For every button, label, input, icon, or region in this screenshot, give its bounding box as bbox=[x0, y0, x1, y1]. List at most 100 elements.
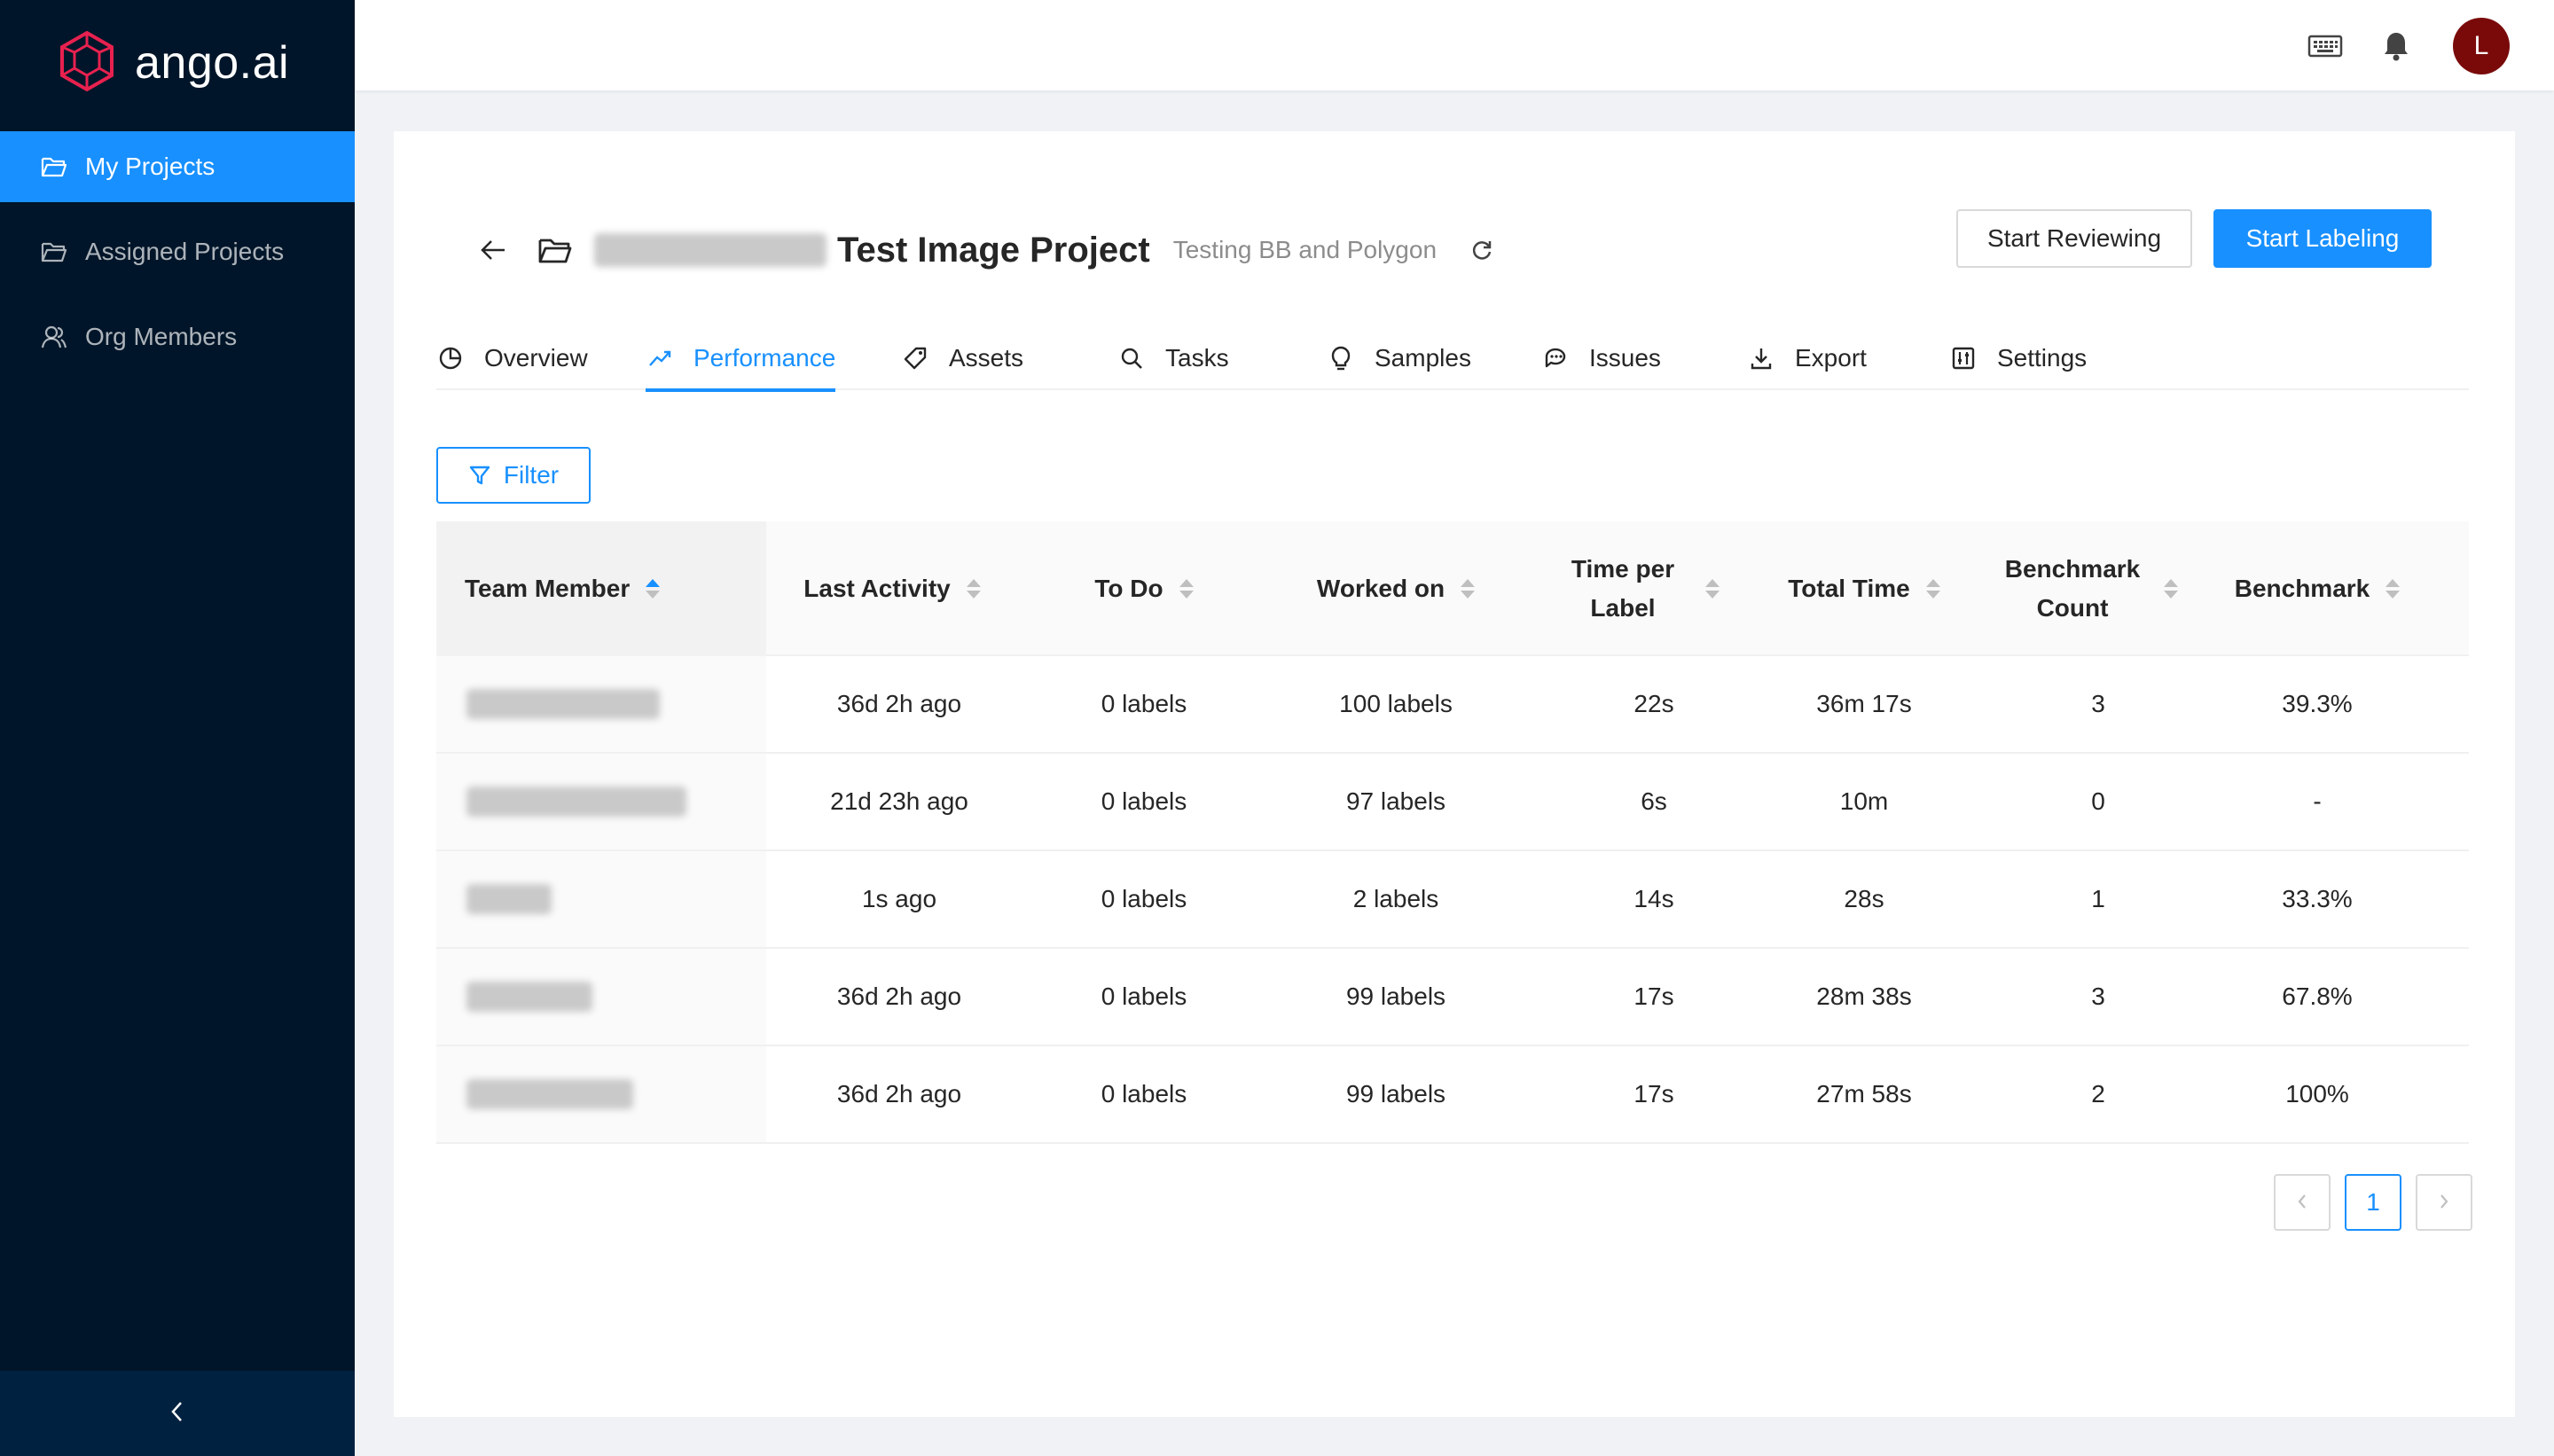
tab-overview[interactable]: Overview bbox=[436, 326, 588, 390]
tab-settings[interactable]: Settings bbox=[1949, 326, 2087, 390]
start-labeling-button[interactable]: Start Labeling bbox=[2213, 209, 2432, 268]
tab-export[interactable]: Export bbox=[1747, 326, 1867, 390]
worked-on-cell: 100 labels bbox=[1339, 690, 1453, 717]
table-row[interactable]: 36d 2h ago 0 labels 99 labels 17s 27m 58… bbox=[436, 1046, 2469, 1144]
column-last-activity[interactable]: Last Activity bbox=[766, 521, 1018, 656]
sidebar-item-assigned-projects[interactable]: Assigned Projects bbox=[0, 216, 355, 287]
chevron-left-icon bbox=[2296, 1188, 2308, 1217]
logo[interactable]: ango.ai bbox=[55, 30, 289, 94]
column-benchmark[interactable]: Benchmark bbox=[2201, 521, 2433, 656]
keyboard-icon[interactable] bbox=[2306, 27, 2345, 66]
tab-tasks[interactable]: Tasks bbox=[1117, 326, 1229, 390]
filter-label: Filter bbox=[503, 461, 560, 489]
sort-icon bbox=[2164, 579, 2178, 599]
member-name-redacted bbox=[466, 884, 552, 914]
content-card: Test Image Project Testing BB and Polygo… bbox=[394, 131, 2515, 1417]
benchmark-cell: 100% bbox=[2285, 1080, 2349, 1108]
sort-icon bbox=[1461, 579, 1476, 599]
benchmark-cell: 39.3% bbox=[2282, 690, 2353, 717]
tab-issues[interactable]: Issues bbox=[1541, 326, 1661, 390]
total-time-cell: 36m 17s bbox=[1816, 690, 1912, 717]
team-member-cell bbox=[436, 949, 766, 1045]
tab-label: Settings bbox=[1997, 344, 2088, 372]
last-activity-cell: 36d 2h ago bbox=[836, 982, 962, 1010]
sort-icon bbox=[2386, 579, 2401, 599]
sidebar-item-my-projects[interactable]: My Projects bbox=[0, 131, 355, 202]
tab-assets[interactable]: Assets bbox=[901, 326, 1023, 390]
worked-on-cell: 2 labels bbox=[1352, 885, 1439, 912]
start-reviewing-button[interactable]: Start Reviewing bbox=[1956, 209, 2192, 268]
sort-icon bbox=[1925, 579, 1940, 599]
time-per-label-cell: 22s bbox=[1633, 690, 1674, 717]
download-icon bbox=[1747, 344, 1775, 372]
last-activity-cell: 21d 23h ago bbox=[830, 787, 968, 815]
page-title: Test Image Project bbox=[837, 230, 1150, 270]
member-name-redacted bbox=[466, 1079, 633, 1109]
team-member-cell bbox=[436, 754, 766, 849]
worked-on-cell: 99 labels bbox=[1345, 982, 1446, 1010]
sidebar-item-org-members[interactable]: Org Members bbox=[0, 301, 355, 372]
sidebar-item-label: My Projects bbox=[85, 153, 215, 180]
table-row[interactable]: 21d 23h ago 0 labels 97 labels 6s 10m 0 … bbox=[436, 754, 2469, 851]
member-name-redacted bbox=[466, 787, 686, 817]
tab-label: Export bbox=[1795, 344, 1867, 372]
team-member-cell bbox=[436, 656, 766, 752]
last-activity-cell: 36d 2h ago bbox=[836, 1080, 962, 1108]
pagination-next-button[interactable] bbox=[2416, 1174, 2472, 1231]
column-to-do[interactable]: To Do bbox=[1018, 521, 1270, 656]
benchmark-cell: 33.3% bbox=[2282, 885, 2353, 912]
reload-icon[interactable] bbox=[1467, 235, 1497, 265]
page-subtitle: Testing BB and Polygon bbox=[1172, 236, 1438, 263]
tag-icon bbox=[901, 344, 929, 372]
sidebar-collapse-button[interactable] bbox=[0, 1371, 355, 1456]
search-icon bbox=[1117, 344, 1146, 372]
tab-samples[interactable]: Samples bbox=[1327, 326, 1471, 390]
chevron-left-icon bbox=[168, 1400, 186, 1428]
todo-cell: 0 labels bbox=[1101, 690, 1187, 717]
column-team-member[interactable]: Team Member bbox=[436, 521, 766, 656]
total-time-cell: 28s bbox=[1844, 885, 1884, 912]
worked-on-cell: 97 labels bbox=[1345, 787, 1446, 815]
bell-icon[interactable] bbox=[2377, 27, 2416, 66]
arrow-left-icon[interactable] bbox=[475, 232, 511, 268]
folder-open-icon bbox=[536, 231, 575, 270]
time-per-label-cell: 6s bbox=[1641, 787, 1667, 815]
logo-icon bbox=[55, 29, 119, 98]
sort-icon bbox=[646, 579, 661, 599]
worked-on-cell: 99 labels bbox=[1345, 1080, 1446, 1108]
column-total-time[interactable]: Total Time bbox=[1754, 521, 1974, 656]
table-row[interactable]: 36d 2h ago 0 labels 99 labels 17s 28m 38… bbox=[436, 949, 2469, 1046]
benchmark-count-cell: 3 bbox=[2091, 982, 2105, 1010]
benchmark-count-cell: 2 bbox=[2091, 1080, 2105, 1108]
column-time-per-label[interactable]: Time per Label bbox=[1522, 521, 1754, 656]
benchmark-count-cell: 3 bbox=[2091, 690, 2105, 717]
time-per-label-cell: 14s bbox=[1633, 885, 1674, 912]
pagination-prev-button[interactable] bbox=[2274, 1174, 2331, 1231]
filter-button[interactable]: Filter bbox=[436, 447, 591, 504]
benchmark-count-cell: 0 bbox=[2091, 787, 2105, 815]
todo-cell: 0 labels bbox=[1101, 1080, 1187, 1108]
sidebar: ango.ai My Projects Assigned Projects Or… bbox=[0, 0, 355, 1456]
last-activity-cell: 1s ago bbox=[861, 885, 937, 912]
avatar[interactable]: L bbox=[2453, 18, 2510, 74]
benchmark-cell: 67.8% bbox=[2282, 982, 2353, 1010]
column-benchmark-count[interactable]: Benchmark Count bbox=[1974, 521, 2201, 656]
filter-icon bbox=[468, 464, 491, 487]
benchmark-cell: - bbox=[2313, 787, 2322, 815]
line-chart-icon bbox=[646, 344, 674, 372]
time-per-label-cell: 17s bbox=[1633, 982, 1674, 1010]
time-per-label-cell: 17s bbox=[1633, 1080, 1674, 1108]
folder-open-icon bbox=[41, 153, 67, 180]
performance-table: Team Member Last Activity To Do Worked o… bbox=[436, 521, 2469, 1144]
comments-icon bbox=[1541, 344, 1570, 372]
column-worked-on[interactable]: Worked on bbox=[1270, 521, 1522, 656]
last-activity-cell: 36d 2h ago bbox=[836, 690, 962, 717]
table-header: Team Member Last Activity To Do Worked o… bbox=[436, 521, 2469, 656]
todo-cell: 0 labels bbox=[1101, 885, 1187, 912]
todo-cell: 0 labels bbox=[1101, 787, 1187, 815]
table-row[interactable]: 36d 2h ago 0 labels 100 labels 22s 36m 1… bbox=[436, 656, 2469, 754]
tab-performance[interactable]: Performance bbox=[646, 326, 836, 392]
table-row[interactable]: 1s ago 0 labels 2 labels 14s 28s 1 33.3% bbox=[436, 851, 2469, 949]
sort-icon bbox=[1179, 579, 1194, 599]
pagination-page[interactable]: 1 bbox=[2345, 1174, 2401, 1231]
